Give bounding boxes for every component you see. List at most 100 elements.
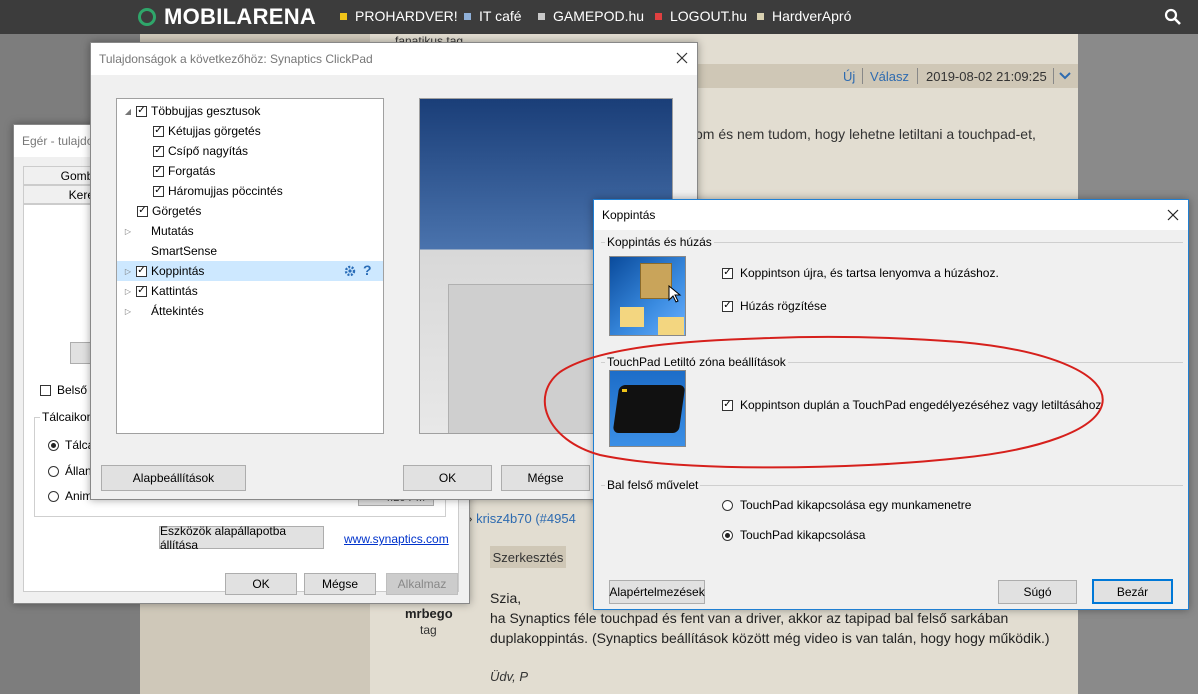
tree-label: SmartSense <box>151 244 218 258</box>
synaptics-link[interactable]: www.synaptics.com <box>344 532 449 546</box>
help-icon[interactable]: ? <box>363 262 372 278</box>
nav-label: PROHARDVER! <box>355 8 458 24</box>
help-button[interactable]: Súgó <box>998 580 1077 604</box>
cursor-icon <box>668 285 682 303</box>
checkbox[interactable]: ✓ <box>722 267 733 279</box>
author-name[interactable]: mrbego <box>405 606 453 621</box>
reply-to-link[interactable]: krisz4b70 <box>476 511 532 526</box>
cancel-button[interactable]: Mégse <box>501 465 590 491</box>
disable-touchpad-radio[interactable]: TouchPad kikapcsolása <box>722 528 865 542</box>
radio-button[interactable] <box>48 490 59 502</box>
defaults-button[interactable]: Alapértelmezések <box>609 580 705 604</box>
tree-checkbox[interactable]: ✓ <box>153 165 164 177</box>
top-left-action-group <box>601 485 1183 557</box>
button-label: Súgó <box>1023 585 1052 599</box>
tree-item-overview[interactable]: ▷ Áttekintés <box>117 301 383 321</box>
button-label: OK <box>252 577 270 591</box>
chevron-down-icon[interactable] <box>1058 70 1072 82</box>
drag-lock-option[interactable]: ✓ Húzás rögzítése <box>722 299 827 313</box>
radio-button[interactable] <box>48 439 59 451</box>
defaults-button[interactable]: Alapbeállítások <box>101 465 246 491</box>
site-logo[interactable]: MOBILARENA <box>138 4 316 30</box>
tree-item-rotate[interactable]: ✓ Forgatás <box>117 161 383 181</box>
tap-drag-option[interactable]: ✓ Koppintson újra, és tartsa lenyomva a h… <box>722 266 999 280</box>
option-label: TouchPad kikapcsolása <box>740 528 866 542</box>
tree-label: Háromujjas pöccintés <box>168 184 283 198</box>
nav-link-prohardver[interactable]: PROHARDVER! <box>340 8 458 24</box>
expand-arrow-icon[interactable]: ▷ <box>123 307 133 316</box>
tree-checkbox[interactable]: ✓ <box>136 285 147 297</box>
apply-button[interactable]: Alkalmaz <box>386 573 458 595</box>
group-label: TouchPad Letiltó zóna beállítások <box>605 355 788 369</box>
nav-link-logout[interactable]: LOGOUT.hu <box>655 8 747 24</box>
tree-item-pointing[interactable]: ▷ Mutatás <box>117 221 383 241</box>
tree-label: Csípő nagyítás <box>168 144 249 158</box>
reply-ref-link[interactable]: (#4954 <box>535 511 575 526</box>
nav-link-itcafe[interactable]: IT café <box>464 8 522 24</box>
option-label: Koppintson újra, és tartsa lenyomva a hú… <box>740 266 999 280</box>
disable-session-radio[interactable]: TouchPad kikapcsolása egy munkamenetre <box>722 498 971 512</box>
cancel-button[interactable]: Mégse <box>304 573 376 595</box>
new-post-link[interactable]: Új <box>843 69 855 84</box>
expand-arrow-icon[interactable]: ▷ <box>123 267 133 276</box>
close-icon[interactable] <box>1166 208 1180 222</box>
tree-label: Mutatás <box>151 224 194 238</box>
post-date: 2019-08-02 21:09:25 <box>926 69 1047 84</box>
nav-link-gamepod[interactable]: GAMEPOD.hu <box>538 8 644 24</box>
nav-link-hardverapro[interactable]: HardverApró <box>757 8 851 24</box>
tree-label: Kattintás <box>151 284 198 298</box>
expand-arrow-icon[interactable]: ◢ <box>123 107 133 116</box>
reply-line: ha Synaptics féle touchpad és fent van a… <box>490 610 1009 626</box>
group-label: Koppintás és húzás <box>605 235 714 249</box>
tree-item-pinch-zoom[interactable]: ✓ Csípő nagyítás <box>117 141 383 161</box>
edit-label: Szerkesztés <box>492 549 564 565</box>
radio-button[interactable] <box>48 465 59 477</box>
settings-tree: ◢ ✓ Többujjas gesztusok ✓ Kétujjas görgetés… <box>116 98 384 434</box>
tree-checkbox[interactable]: ✓ <box>136 105 147 117</box>
window-title: Tulajdonságok a következőhöz: Synaptics … <box>99 52 373 66</box>
tray-radio-1[interactable]: Tálca <box>48 438 95 452</box>
separator <box>1053 68 1054 84</box>
search-icon[interactable] <box>1164 8 1182 26</box>
double-tap-option[interactable]: ✓ Koppintson duplán a TouchPad engedélyez… <box>722 398 1101 412</box>
button-label: Mégse <box>527 471 564 485</box>
tree-checkbox[interactable]: ✓ <box>153 125 164 137</box>
tree-item-two-finger-scroll[interactable]: ✓ Kétujjas görgetés <box>117 121 383 141</box>
separator <box>917 68 918 84</box>
radio-button[interactable] <box>722 499 733 511</box>
button-label: Alapértelmezések <box>609 585 705 599</box>
reply-link[interactable]: Válasz <box>870 69 909 84</box>
nav-square-icon <box>538 12 545 20</box>
tree-item-tapping[interactable]: ▷ ✓ Koppintás ? <box>117 261 383 281</box>
expand-arrow-icon[interactable]: ▷ <box>123 227 133 236</box>
reset-devices-button[interactable]: Eszközök alapállapotba állítása <box>159 524 324 552</box>
window-title: Egér - tulajdo <box>22 134 94 148</box>
folder-icon <box>620 307 644 327</box>
tree-checkbox[interactable]: ✓ <box>136 265 147 277</box>
touchpad-graphic <box>612 385 685 433</box>
nav-label: LOGOUT.hu <box>670 8 748 24</box>
tree-checkbox[interactable]: ✓ <box>153 145 164 157</box>
settings-button[interactable] <box>70 342 92 364</box>
window-title: Koppintás <box>602 208 656 222</box>
close-icon[interactable] <box>675 51 689 65</box>
tree-item-scrolling[interactable]: ✓ Görgetés <box>117 201 383 221</box>
ok-button[interactable]: OK <box>225 573 297 595</box>
close-button[interactable]: Bezár <box>1092 579 1173 604</box>
ok-button[interactable]: OK <box>403 465 492 491</box>
tree-checkbox[interactable]: ✓ <box>137 205 148 217</box>
internal-checkbox[interactable] <box>40 384 51 396</box>
tree-item-multifinger[interactable]: ◢ ✓ Többujjas gesztusok <box>117 101 383 121</box>
radio-button[interactable] <box>722 529 733 541</box>
expand-arrow-icon[interactable]: ▷ <box>123 287 133 296</box>
tree-item-clicking[interactable]: ▷ ✓ Kattintás <box>117 281 383 301</box>
checkbox[interactable]: ✓ <box>722 399 733 411</box>
tree-label: Áttekintés <box>151 304 204 318</box>
checkbox[interactable]: ✓ <box>722 300 733 312</box>
gear-icon[interactable] <box>343 264 357 278</box>
logo-icon <box>138 8 156 26</box>
tree-item-smartsense[interactable]: SmartSense <box>117 241 383 261</box>
edit-button[interactable]: Szerkesztés <box>490 546 566 568</box>
tree-checkbox[interactable]: ✓ <box>153 185 164 197</box>
tree-item-three-finger-flick[interactable]: ✓ Háromujjas pöccintés <box>117 181 383 201</box>
